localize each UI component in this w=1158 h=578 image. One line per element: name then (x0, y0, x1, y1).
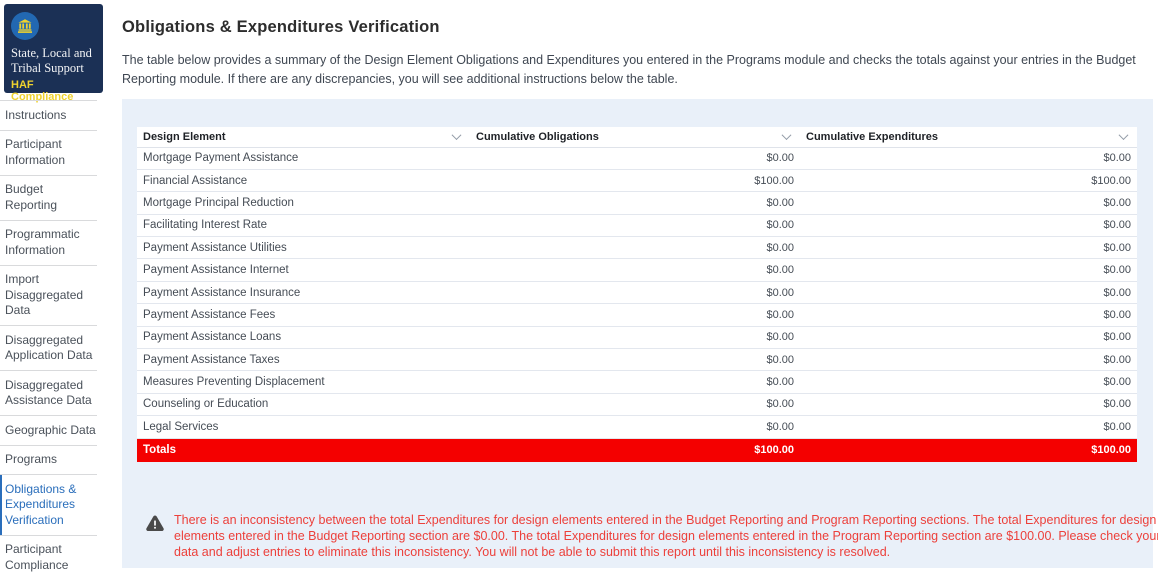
warning-triangle-icon (146, 515, 164, 531)
sidebar-item-participant-compliance[interactable]: Participant Compliance (0, 535, 97, 578)
design-element-cell: Legal Services (137, 416, 470, 438)
design-element-cell: Mortgage Payment Assistance (137, 147, 470, 169)
obligations-cell: $0.00 (470, 281, 800, 303)
table-row: Payment Assistance Fees $0.00 $0.00 (137, 304, 1137, 326)
haf-compliance-app: State, Local and Tribal Support HAF Comp… (0, 0, 1158, 578)
sidebar-item-disaggregated-application-data[interactable]: Disaggregated Application Data (0, 325, 97, 370)
expenditures-cell: $0.00 (800, 259, 1137, 281)
sidebar-item-budget-reporting[interactable]: Budget Reporting (0, 175, 97, 220)
obligations-cell: $100.00 (470, 169, 800, 191)
expenditures-cell: $0.00 (800, 326, 1137, 348)
totals-expenditures: $100.00 (800, 438, 1137, 462)
table-row: Financial Assistance $100.00 $100.00 (137, 169, 1137, 191)
expenditures-cell: $0.00 (800, 237, 1137, 259)
design-element-cell: Financial Assistance (137, 169, 470, 191)
obligations-cell: $0.00 (470, 371, 800, 393)
obligations-cell: $0.00 (470, 237, 800, 259)
table-row: Payment Assistance Loans $0.00 $0.00 (137, 326, 1137, 348)
obligations-cell: $0.00 (470, 326, 800, 348)
obligations-cell: $0.00 (470, 214, 800, 236)
column-header-design-element: Design Element (137, 127, 470, 147)
sidebar-item-obligations-expenditures-verification[interactable]: Obligations & Expenditures Verification (0, 474, 97, 535)
table-row: Mortgage Payment Assistance $0.00 $0.00 (137, 147, 1137, 169)
page-description: The table below provides a summary of th… (122, 51, 1144, 90)
org-name: State, Local and Tribal Support (11, 46, 96, 76)
design-element-cell: Mortgage Principal Reduction (137, 192, 470, 214)
inconsistency-warning: There is an inconsistency between the to… (146, 513, 1158, 560)
obligations-cell: $0.00 (470, 147, 800, 169)
chevron-down-icon[interactable] (452, 130, 462, 140)
obligations-cell: $0.00 (470, 304, 800, 326)
table-header-row: Design Element Cumulative Obligations (137, 127, 1137, 147)
expenditures-cell: $0.00 (800, 371, 1137, 393)
table-row: Payment Assistance Utilities $0.00 $0.00 (137, 237, 1137, 259)
design-element-cell: Payment Assistance Insurance (137, 281, 470, 303)
column-header-label: Cumulative Obligations (476, 131, 599, 143)
table-row: Payment Assistance Internet $0.00 $0.00 (137, 259, 1137, 281)
totals-obligations: $100.00 (470, 438, 800, 462)
sidebar-item-disaggregated-assistance-data[interactable]: Disaggregated Assistance Data (0, 370, 97, 415)
expenditures-cell: $0.00 (800, 147, 1137, 169)
design-element-cell: Measures Preventing Displacement (137, 371, 470, 393)
totals-label: Totals (137, 438, 470, 462)
table-row: Mortgage Principal Reduction $0.00 $0.00 (137, 192, 1137, 214)
expenditures-cell: $0.00 (800, 349, 1137, 371)
obligations-cell: $0.00 (470, 259, 800, 281)
sidebar-item-import-disaggregated-data[interactable]: Import Disaggregated Data (0, 265, 97, 326)
chevron-down-icon[interactable] (782, 130, 792, 140)
obligations-expenditures-table: Design Element Cumulative Obligations (137, 127, 1137, 462)
logo-circle (11, 12, 39, 40)
design-element-cell: Payment Assistance Taxes (137, 349, 470, 371)
expenditures-cell: $0.00 (800, 393, 1137, 415)
brand-logo-card[interactable]: State, Local and Tribal Support HAF Comp… (4, 4, 103, 93)
obligations-cell: $0.00 (470, 349, 800, 371)
app-name: HAF Compliance (11, 79, 96, 103)
design-element-cell: Facilitating Interest Rate (137, 214, 470, 236)
table-row: Payment Assistance Taxes $0.00 $0.00 (137, 349, 1137, 371)
design-element-cell: Payment Assistance Internet (137, 259, 470, 281)
expenditures-cell: $0.00 (800, 304, 1137, 326)
table-row: Legal Services $0.00 $0.00 (137, 416, 1137, 438)
expenditures-cell: $0.00 (800, 416, 1137, 438)
chevron-down-icon[interactable] (1119, 130, 1129, 140)
column-header-cumulative-expenditures: Cumulative Expenditures (800, 127, 1137, 147)
main-content: Obligations & Expenditures Verification … (103, 0, 1158, 578)
bank-icon (17, 18, 33, 34)
page-title: Obligations & Expenditures Verification (122, 18, 440, 37)
table-row: Counseling or Education $0.00 $0.00 (137, 393, 1137, 415)
table-row: Facilitating Interest Rate $0.00 $0.00 (137, 214, 1137, 236)
expenditures-cell: $0.00 (800, 281, 1137, 303)
warning-text: There is an inconsistency between the to… (174, 513, 1158, 560)
table-row: Payment Assistance Insurance $0.00 $0.00 (137, 281, 1137, 303)
expenditures-cell: $0.00 (800, 192, 1137, 214)
table-row: Measures Preventing Displacement $0.00 $… (137, 371, 1137, 393)
design-element-cell: Counseling or Education (137, 393, 470, 415)
column-header-cumulative-obligations: Cumulative Obligations (470, 127, 800, 147)
obligations-cell: $0.00 (470, 192, 800, 214)
sidebar-item-geographic-data[interactable]: Geographic Data (0, 415, 97, 445)
obligations-cell: $0.00 (470, 393, 800, 415)
column-header-label: Cumulative Expenditures (806, 131, 938, 143)
sidebar-item-instructions[interactable]: Instructions (0, 100, 97, 130)
obligations-cell: $0.00 (470, 416, 800, 438)
sidebar-nav: Instructions Participant Information Bud… (0, 100, 103, 578)
sidebar-item-participant-information[interactable]: Participant Information (0, 130, 97, 175)
design-element-cell: Payment Assistance Utilities (137, 237, 470, 259)
sidebar-item-programs[interactable]: Programs (0, 445, 97, 475)
sidebar-item-programmatic-information[interactable]: Programmatic Information (0, 220, 97, 265)
verification-panel: Design Element Cumulative Obligations (122, 99, 1153, 568)
expenditures-cell: $0.00 (800, 214, 1137, 236)
column-header-label: Design Element (143, 131, 226, 143)
design-element-cell: Payment Assistance Loans (137, 326, 470, 348)
expenditures-cell: $100.00 (800, 169, 1137, 191)
sidebar: State, Local and Tribal Support HAF Comp… (0, 0, 103, 578)
totals-row: Totals $100.00 $100.00 (137, 438, 1137, 462)
design-element-cell: Payment Assistance Fees (137, 304, 470, 326)
